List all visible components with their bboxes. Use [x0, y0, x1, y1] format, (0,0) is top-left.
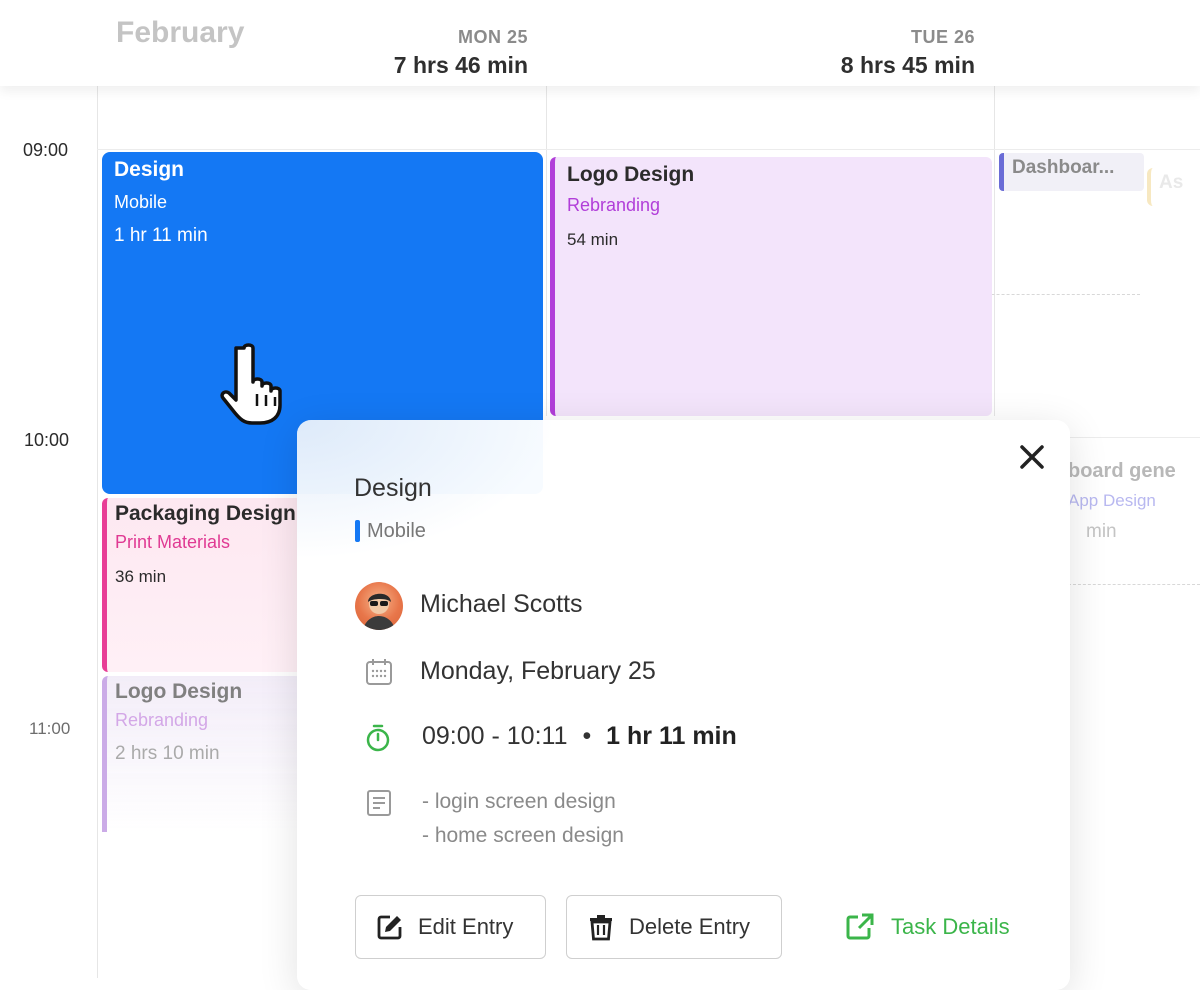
event-title: As [1159, 172, 1184, 193]
event-title: Packaging Design [115, 502, 296, 525]
note-line: - login screen design [422, 790, 616, 813]
close-icon[interactable] [1017, 442, 1047, 472]
event-duration: 54 min [567, 230, 619, 249]
delete-entry-button[interactable]: Delete Entry [566, 895, 782, 959]
external-link-icon [846, 913, 874, 940]
event-project: App Design [1068, 491, 1156, 510]
event-title: Dashboar... [1012, 157, 1115, 178]
time-label-1100: 11:00 [29, 719, 71, 738]
event-logo-design-tue[interactable]: Logo Design Rebranding 54 min [550, 157, 992, 416]
event-title: board gene [1068, 460, 1176, 482]
edit-entry-label: Edit Entry [418, 914, 514, 939]
entry-detail-popover: Design Mobile Michael Scotts Monday, Feb… [297, 420, 1070, 990]
event-packaging-design[interactable]: Packaging Design Print Materials 36 min [102, 498, 302, 672]
time-range: 09:00 - 10:11 [422, 722, 568, 750]
event-project: Rebranding [115, 710, 209, 730]
time-label-1000: 10:00 [24, 430, 70, 450]
event-duration: 2 hrs 10 min [115, 743, 220, 764]
separator-dot: • [582, 722, 592, 750]
trash-icon [590, 915, 612, 941]
task-details-label: Task Details [891, 914, 1010, 939]
delete-entry-label: Delete Entry [629, 914, 751, 939]
event-project: Print Materials [115, 532, 231, 552]
calendar-icon [366, 659, 392, 685]
event-logo-design-mon[interactable]: Logo Design Rebranding 2 hrs 10 min [102, 676, 302, 832]
event-partial-right[interactable]: board gene App Design min [1068, 460, 1200, 580]
avatar [355, 582, 403, 630]
event-title: Design [114, 158, 185, 181]
entry-date: Monday, February 25 [420, 657, 656, 685]
entry-duration: 1 hr 11 min [606, 722, 737, 750]
hand-cursor-icon [220, 343, 282, 425]
event-project: Mobile [114, 192, 168, 212]
event-project: Rebranding [567, 195, 661, 215]
edit-entry-button[interactable]: Edit Entry [355, 895, 546, 959]
edit-icon [377, 915, 402, 940]
time-label-0900: 09:00 [23, 140, 69, 160]
grid-line-vertical [994, 86, 995, 416]
avatar-image [363, 593, 395, 630]
event-duration: min [1086, 521, 1117, 542]
day-total-mon: 7 hrs 46 min [393, 52, 528, 78]
popover-title: Design [354, 474, 432, 502]
notes-icon [367, 790, 391, 816]
event-partial[interactable]: As [1147, 168, 1200, 206]
stopwatch-icon [366, 724, 390, 752]
month-label: February [116, 16, 245, 49]
event-title: Logo Design [567, 163, 695, 186]
grid-line-hour [1068, 437, 1200, 438]
grid-line-half-hour [1068, 584, 1200, 585]
event-dashboard[interactable]: Dashboar... [999, 153, 1144, 191]
task-details-link[interactable]: Task Details [845, 912, 1010, 942]
popover-project: Mobile [367, 520, 426, 542]
grid-line-vertical [546, 86, 547, 416]
event-duration: 36 min [115, 567, 167, 586]
user-name: Michael Scotts [420, 590, 583, 618]
entry-time: 09:00 - 10:11 • 1 hr 11 min [422, 722, 737, 751]
note-line: - home screen design [422, 824, 624, 847]
day-label-mon[interactable]: MON 25 [380, 27, 528, 48]
calendar-header: February MON 25 7 hrs 46 min TUE 26 8 hr… [0, 0, 1200, 86]
day-total-tue: 8 hrs 45 min [840, 52, 975, 78]
day-label-tue[interactable]: TUE 26 [826, 27, 975, 48]
event-title: Logo Design [115, 680, 243, 703]
grid-line-vertical [97, 86, 98, 978]
event-duration: 1 hr 11 min [114, 225, 208, 246]
grid-line-hour [97, 149, 1200, 150]
project-color-bar [355, 520, 360, 542]
